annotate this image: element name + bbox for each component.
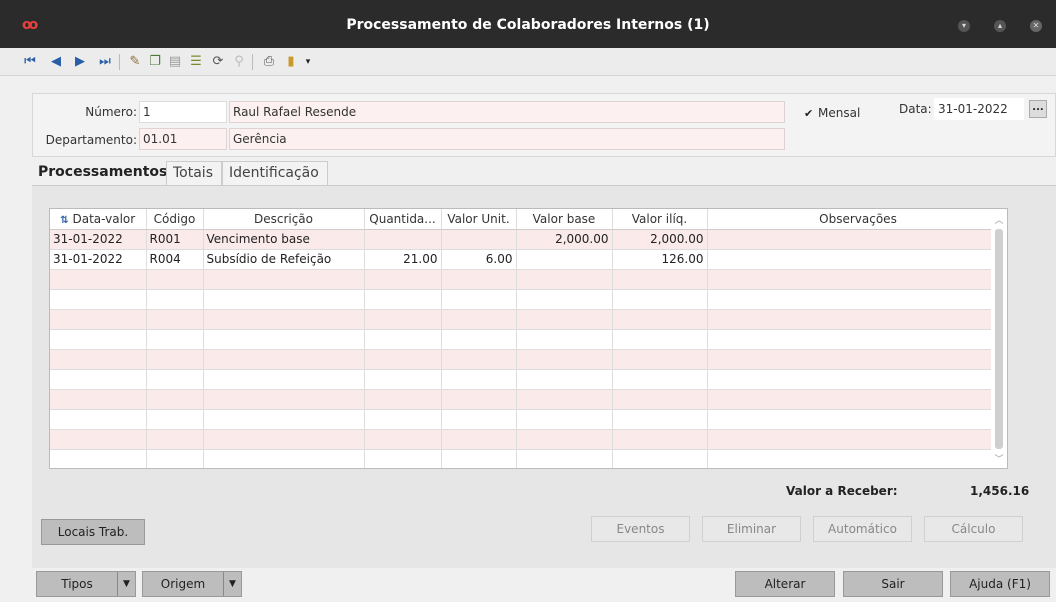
departamento-field[interactable]: 01.01 bbox=[139, 128, 227, 150]
column-header-quantidade[interactable]: Quantida... bbox=[364, 209, 442, 230]
toolbar-separator bbox=[252, 54, 253, 70]
cell-descricao[interactable]: Vencimento base bbox=[203, 229, 365, 250]
sort-az-icon: ⇅ bbox=[60, 214, 69, 226]
column-header-descricao[interactable]: Descrição bbox=[203, 209, 365, 230]
chevron-down-icon[interactable]: ▾ bbox=[300, 54, 316, 70]
processamentos-panel: ⇅ Data-valor Código Descrição Quantida..… bbox=[32, 185, 1056, 585]
column-header-valor-iliq[interactable]: Valor ilíq. bbox=[612, 209, 708, 230]
cell-data[interactable]: 31-01-2022 bbox=[50, 229, 147, 250]
sair-button[interactable]: Sair bbox=[843, 571, 943, 597]
title-bar: oo Processamento de Colaboradores Intern… bbox=[0, 0, 1056, 48]
cell-observacoes[interactable] bbox=[707, 249, 1007, 270]
processamentos-grid[interactable]: ⇅ Data-valor Código Descrição Quantida..… bbox=[49, 208, 1008, 469]
table-row[interactable] bbox=[50, 449, 1007, 468]
alterar-button[interactable]: Alterar bbox=[735, 571, 835, 597]
cell-descricao[interactable]: Subsídio de Refeição bbox=[203, 249, 365, 270]
ajuda-button[interactable]: Ajuda (F1) bbox=[950, 571, 1050, 597]
date-picker-button[interactable]: ... bbox=[1029, 100, 1047, 118]
edit-record-icon[interactable]: ✎ bbox=[127, 54, 143, 70]
cell-codigo[interactable]: R004 bbox=[146, 249, 204, 270]
footer-bar: Tipos ▼ Origem ▼ Alterar Sair Ajuda (F1) bbox=[0, 568, 1056, 602]
tipos-dropdown-button[interactable]: Tipos ▼ bbox=[36, 571, 136, 597]
cell-codigo[interactable]: R001 bbox=[146, 229, 204, 250]
tab-processamentos[interactable]: Processamentos bbox=[32, 161, 167, 185]
toolbar: ⏮ ◀ ▶ ⏭ ✎ ❐ ▤ ☰ ⟳ ⚲ ⎙ ▮ ▾ bbox=[0, 48, 1056, 76]
tab-identificacao[interactable]: Identificação bbox=[222, 161, 328, 185]
window-title: Processamento de Colaboradores Internos … bbox=[346, 17, 710, 33]
attach-icon[interactable]: ⚲ bbox=[231, 54, 247, 70]
nome-field: Raul Rafael Resende bbox=[229, 101, 785, 123]
cell-valor-unit[interactable]: 6.00 bbox=[441, 249, 517, 270]
header-panel: Número: 1 Raul Rafael Resende ✔ Mensal D… bbox=[32, 93, 1056, 157]
tab-totais[interactable]: Totais bbox=[166, 161, 222, 185]
table-row[interactable]: 31-01-2022 R004 Subsídio de Refeição 21.… bbox=[50, 249, 1007, 270]
chevron-down-icon[interactable]: ▼ bbox=[117, 572, 135, 596]
data-field[interactable]: 31-01-2022 bbox=[934, 98, 1024, 120]
table-row[interactable] bbox=[50, 409, 1007, 430]
origem-label: Origem bbox=[160, 577, 206, 591]
cell-valor-iliq[interactable]: 2,000.00 bbox=[612, 229, 708, 250]
toolbar-separator bbox=[119, 54, 120, 70]
departamento-label: Departamento: bbox=[45, 133, 137, 147]
tipos-label: Tipos bbox=[61, 577, 93, 591]
locais-trab-button[interactable]: Locais Trab. bbox=[41, 519, 145, 545]
table-row[interactable] bbox=[50, 289, 1007, 310]
column-header-data-valor[interactable]: ⇅ Data-valor bbox=[50, 209, 147, 230]
minimize-icon[interactable]: ▾ bbox=[958, 20, 970, 32]
first-record-icon[interactable]: ⏮ bbox=[22, 54, 38, 70]
origem-dropdown-button[interactable]: Origem ▼ bbox=[142, 571, 242, 597]
print-icon[interactable]: ⎙ bbox=[261, 54, 277, 70]
scroll-up-icon[interactable]: ︿ bbox=[991, 213, 1007, 227]
chevron-down-icon[interactable]: ▼ bbox=[223, 572, 241, 596]
cell-valor-iliq[interactable]: 126.00 bbox=[612, 249, 708, 270]
cell-valor-unit[interactable] bbox=[441, 229, 517, 250]
mensal-checkbox[interactable]: ✔ bbox=[804, 107, 813, 120]
table-row[interactable] bbox=[50, 389, 1007, 410]
refresh-icon[interactable]: ⟳ bbox=[210, 54, 226, 70]
table-row[interactable] bbox=[50, 349, 1007, 370]
last-record-icon[interactable]: ⏭ bbox=[97, 54, 113, 70]
cell-observacoes[interactable] bbox=[707, 229, 1007, 250]
cell-valor-base[interactable] bbox=[516, 249, 613, 270]
eliminar-button[interactable]: Eliminar bbox=[702, 516, 801, 542]
valor-receber-label: Valor a Receber: bbox=[786, 484, 898, 498]
main-content: Número: 1 Raul Rafael Resende ✔ Mensal D… bbox=[0, 77, 1056, 602]
eventos-button[interactable]: Eventos bbox=[591, 516, 690, 542]
previous-record-icon[interactable]: ◀ bbox=[48, 54, 64, 70]
table-row[interactable] bbox=[50, 429, 1007, 450]
table-row[interactable] bbox=[50, 309, 1007, 330]
mensal-label: Mensal bbox=[818, 106, 861, 120]
data-label: Data: bbox=[899, 102, 932, 116]
cell-quantidade[interactable]: 21.00 bbox=[364, 249, 442, 270]
column-header-observacoes[interactable]: Observações bbox=[707, 209, 1007, 230]
table-row[interactable] bbox=[50, 329, 1007, 350]
grid-scrollbar[interactable]: ︿ ﹀ bbox=[991, 209, 1007, 468]
cell-quantidade[interactable] bbox=[364, 229, 442, 250]
numero-field[interactable]: 1 bbox=[139, 101, 227, 123]
table-row[interactable] bbox=[50, 269, 1007, 290]
numero-label: Número: bbox=[85, 105, 137, 119]
column-header-codigo[interactable]: Código bbox=[146, 209, 204, 230]
column-header-valor-unit[interactable]: Valor Unit. bbox=[441, 209, 517, 230]
valor-receber-value: 1,456.16 bbox=[970, 484, 1030, 498]
maximize-icon[interactable]: ▴ bbox=[994, 20, 1006, 32]
cell-valor-base[interactable]: 2,000.00 bbox=[516, 229, 613, 250]
scroll-down-icon[interactable]: ﹀ bbox=[991, 452, 1007, 466]
delete-record-icon[interactable]: ▤ bbox=[167, 54, 183, 70]
table-row[interactable]: 31-01-2022 R001 Vencimento base 2,000.00… bbox=[50, 229, 1007, 250]
bookmark-icon[interactable]: ▮ bbox=[283, 54, 299, 70]
scroll-thumb[interactable] bbox=[995, 229, 1003, 449]
close-icon[interactable]: ✕ bbox=[1030, 20, 1042, 32]
table-row[interactable] bbox=[50, 369, 1007, 390]
automatico-button[interactable]: Automático bbox=[813, 516, 912, 542]
cell-data[interactable]: 31-01-2022 bbox=[50, 249, 147, 270]
departamento-nome-field: Gerência bbox=[229, 128, 785, 150]
list-icon[interactable]: ☰ bbox=[188, 54, 204, 70]
next-record-icon[interactable]: ▶ bbox=[72, 54, 88, 70]
column-header-valor-base[interactable]: Valor base bbox=[516, 209, 613, 230]
grid-table: ⇅ Data-valor Código Descrição Quantida..… bbox=[50, 209, 1007, 468]
grid-header-row: ⇅ Data-valor Código Descrição Quantida..… bbox=[50, 209, 1007, 230]
calculo-button[interactable]: Cálculo bbox=[924, 516, 1023, 542]
copy-record-icon[interactable]: ❐ bbox=[147, 54, 163, 70]
